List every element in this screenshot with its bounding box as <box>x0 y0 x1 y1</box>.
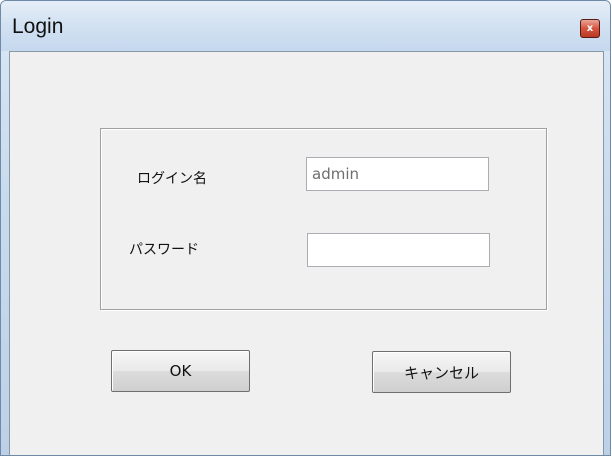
dialog-client-area: ログイン名 パスワード OK キャンセル <box>9 51 604 455</box>
password-label: パスワード <box>129 242 199 258</box>
ok-button[interactable]: OK <box>111 350 250 392</box>
password-input[interactable] <box>307 233 490 267</box>
username-label: ログイン名 <box>137 171 207 187</box>
close-icon: x <box>586 22 594 34</box>
credentials-group <box>100 128 547 310</box>
close-button[interactable]: x <box>580 19 600 38</box>
title-bar[interactable]: Login x <box>1 1 610 51</box>
username-input[interactable] <box>306 157 489 191</box>
window-title: Login <box>12 15 64 38</box>
login-dialog-window: Login x ログイン名 パスワード OK キャンセル <box>0 0 611 456</box>
cancel-button[interactable]: キャンセル <box>372 351 511 393</box>
